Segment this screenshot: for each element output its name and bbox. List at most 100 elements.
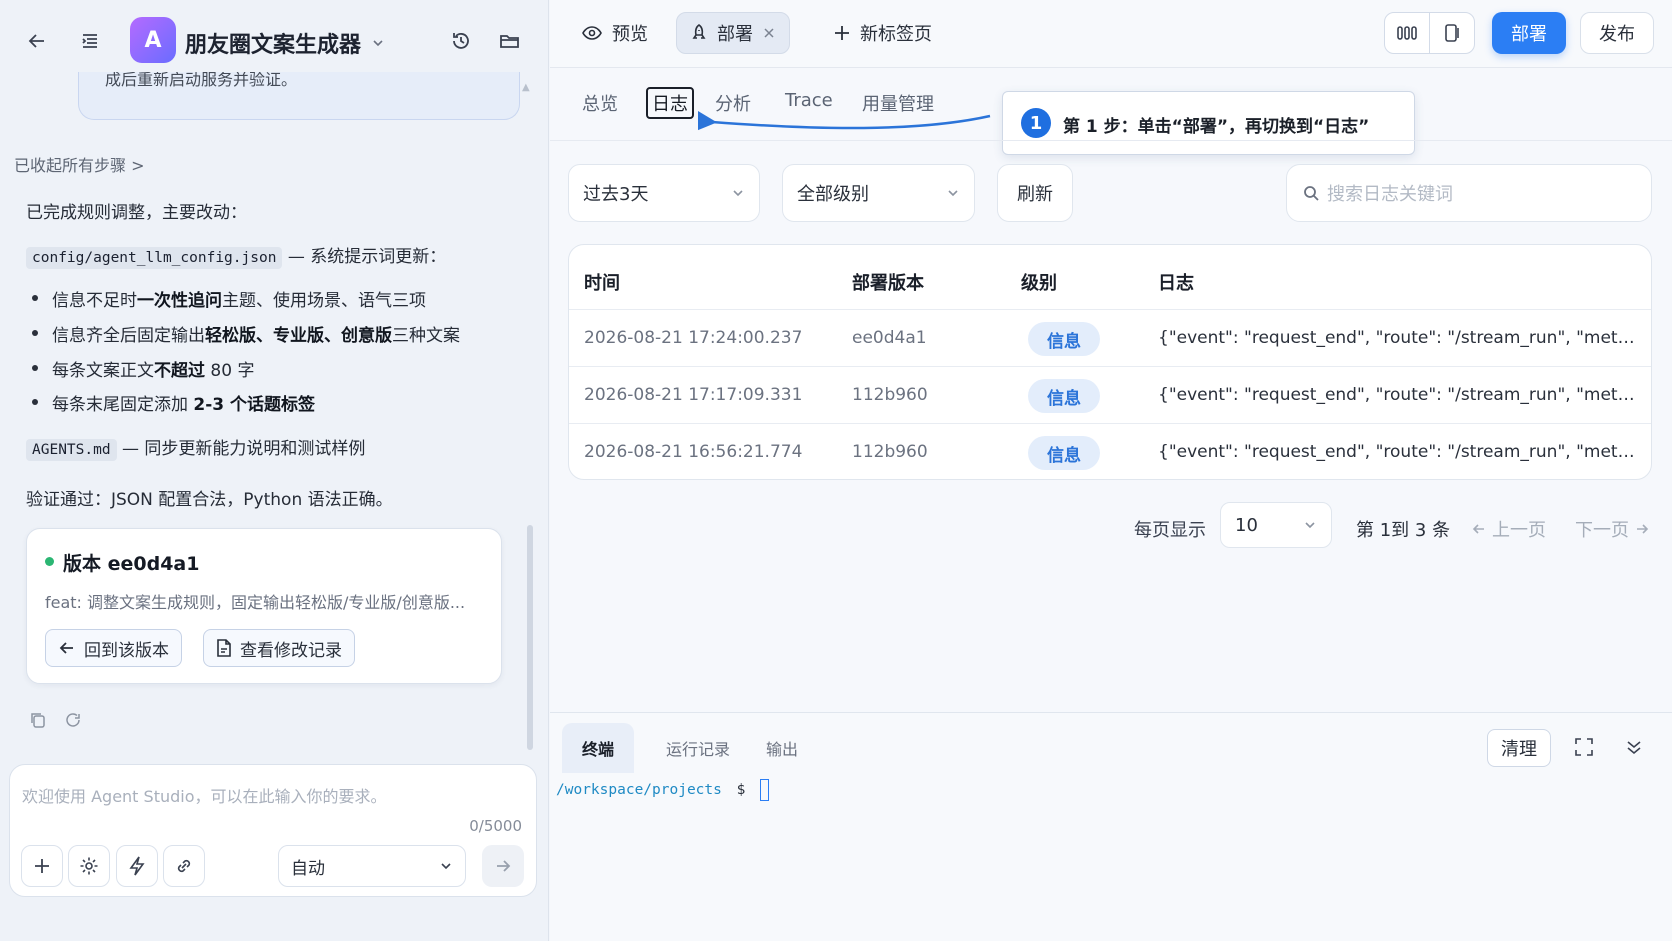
terminal-panel: 终端 运行记录 输出 清理 /workspace/projects $ <box>550 712 1672 941</box>
clear-button[interactable]: 清理 <box>1487 729 1551 767</box>
settings-button[interactable] <box>68 845 110 887</box>
terminal-prompt[interactable]: /workspace/projects $ <box>556 779 770 801</box>
bullet-item: 每条文案正文不超过 80 字 <box>32 356 254 381</box>
per-page-label: 每页显示 <box>1134 520 1206 541</box>
column-header-version: 部署版本 <box>852 273 924 294</box>
tab-deploy[interactable]: 部署 <box>676 12 790 54</box>
log-search-input[interactable]: 搜索日志关键词 <box>1286 164 1652 222</box>
status-dot <box>45 557 54 566</box>
log-table: 时间 部署版本 级别 日志 2026-08-21 17:24:00.237 ee… <box>568 244 1652 480</box>
history-label: 查看修改记录 <box>240 640 342 661</box>
link-button[interactable] <box>163 845 205 887</box>
tab-output[interactable]: 输出 <box>746 723 818 773</box>
app-title-text: 朋友圈文案生成器 <box>185 33 362 58</box>
columns-icon <box>1397 26 1417 40</box>
next-page-button[interactable]: 下一页 <box>1575 516 1649 542</box>
per-page-value: 10 <box>1235 514 1258 536</box>
step-number-badge: 1 <box>1021 108 1051 138</box>
chevron-down-icon <box>1305 522 1315 529</box>
rollback-button[interactable]: 回到该版本 <box>45 629 182 667</box>
chat-input-box[interactable]: 欢迎使用 Agent Studio，可以在此输入你的要求。 0/5000 自动 <box>9 764 537 897</box>
chevron-down-icon <box>373 40 383 47</box>
menu-list-icon[interactable] <box>75 26 105 56</box>
subtab-overview[interactable]: 总览 <box>582 90 618 116</box>
mobile-icon <box>1445 24 1459 42</box>
time-range-select[interactable]: 过去3天 <box>568 164 760 222</box>
regenerate-icon[interactable] <box>64 711 82 729</box>
level-select[interactable]: 全部级别 <box>782 164 975 222</box>
copy-icon[interactable] <box>29 711 47 729</box>
per-page-select[interactable]: 10 <box>1220 502 1332 548</box>
arrow-left-icon <box>59 642 73 654</box>
mode-value: 自动 <box>291 858 325 879</box>
version-title: 版本 ee0d4a1 <box>63 553 200 575</box>
guide-callout: 1 第 1 步：单击“部署”，再切换到“日志” <box>1002 91 1415 155</box>
send-button[interactable] <box>482 845 524 887</box>
close-icon <box>764 28 774 38</box>
publish-button[interactable]: 发布 <box>1580 12 1654 54</box>
collapse-icon[interactable] <box>1624 737 1644 757</box>
tab-new[interactable]: 新标签页 <box>820 12 946 54</box>
level-badge: 信息 <box>1028 436 1100 470</box>
eye-icon <box>582 26 602 40</box>
column-header-time: 时间 <box>584 273 620 294</box>
file-change-1: config/agent_llm_config.json — 系统提示词更新： <box>26 242 446 269</box>
pagination-info: 第 1到 3 条 <box>1356 520 1451 541</box>
char-counter: 0/5000 <box>469 817 522 835</box>
lightning-button[interactable] <box>116 845 158 887</box>
arrow-right-icon <box>497 860 511 872</box>
app-avatar[interactable]: A <box>130 17 176 63</box>
tab-preview[interactable]: 预览 <box>568 12 662 54</box>
deploy-button[interactable]: 部署 <box>1492 12 1566 54</box>
subtab-logs[interactable]: 日志 <box>646 87 694 119</box>
previous-message-bubble: 成后重新启动服务并验证。 <box>78 72 520 120</box>
view-history-button[interactable]: 查看修改记录 <box>203 629 355 667</box>
bullet-bold: 一次性追问 <box>137 291 222 311</box>
back-arrow-icon[interactable] <box>22 26 52 56</box>
bullet-item: 信息不足时一次性追问主题、使用场景、语气三项 <box>32 286 426 311</box>
add-button[interactable] <box>21 845 63 887</box>
tab-run-records[interactable]: 运行记录 <box>646 723 750 773</box>
table-row[interactable]: 2026-08-21 17:24:00.237 ee0d4a1 信息 {"eve… <box>569 309 1651 366</box>
tab-terminal[interactable]: 终端 <box>562 723 635 773</box>
next-label: 下一页 <box>1575 520 1629 541</box>
prev-page-button[interactable]: 上一页 <box>1472 516 1546 542</box>
cell-time: 2026-08-21 17:17:09.331 <box>584 385 803 405</box>
device-toggle-button[interactable] <box>1429 12 1475 54</box>
prompt-symbol: $ <box>736 782 746 798</box>
level-badge: 信息 <box>1028 379 1100 413</box>
gear-icon <box>80 857 98 875</box>
level-badge: 信息 <box>1028 322 1100 356</box>
chat-input-placeholder[interactable]: 欢迎使用 Agent Studio，可以在此输入你的要求。 <box>22 783 387 807</box>
layout-toggle-button[interactable] <box>1384 12 1430 54</box>
bullet-bold: 2-3 个话题标签 <box>193 395 316 415</box>
expand-icon[interactable] <box>1574 737 1594 757</box>
refresh-button[interactable]: 刷新 <box>997 164 1073 222</box>
search-icon <box>1304 186 1319 201</box>
history-icon[interactable] <box>446 26 476 56</box>
chevron-down-icon <box>733 190 743 197</box>
lightning-icon <box>129 856 145 876</box>
chevron-down-icon <box>441 863 451 870</box>
plus-icon <box>35 859 49 873</box>
arrow-right-icon <box>1637 524 1649 534</box>
folder-icon[interactable] <box>495 26 525 56</box>
previous-message-text: 成后重新启动服务并验证。 <box>105 72 298 89</box>
table-row[interactable]: 2026-08-21 16:56:21.774 112b960 信息 {"eve… <box>569 423 1651 479</box>
scroll-up-icon[interactable]: ▲ <box>522 82 530 93</box>
collapsed-steps-toggle[interactable]: 已收起所有步骤 > <box>14 152 145 176</box>
app-title[interactable]: 朋友圈文案生成器 <box>185 27 385 59</box>
scrollbar-thumb[interactable] <box>527 525 533 750</box>
prev-label: 上一页 <box>1492 520 1546 541</box>
file-note: — 同步更新能力说明和测试样例 <box>121 439 366 459</box>
level-value: 全部级别 <box>797 184 869 205</box>
cell-version: 112b960 <box>852 385 928 405</box>
bullet-text: 信息齐全后固定输出 <box>52 326 205 346</box>
column-header-log: 日志 <box>1158 273 1194 294</box>
time-range-value: 过去3天 <box>583 184 649 205</box>
version-desc: feat: 调整文案生成规则，固定输出轻松版/专业版/创意版... <box>45 593 466 612</box>
mode-select[interactable]: 自动 <box>278 845 466 887</box>
bullet-text: 80 字 <box>205 361 255 381</box>
table-row[interactable]: 2026-08-21 17:17:09.331 112b960 信息 {"eve… <box>569 366 1651 423</box>
file-path-code: AGENTS.md <box>26 439 117 461</box>
